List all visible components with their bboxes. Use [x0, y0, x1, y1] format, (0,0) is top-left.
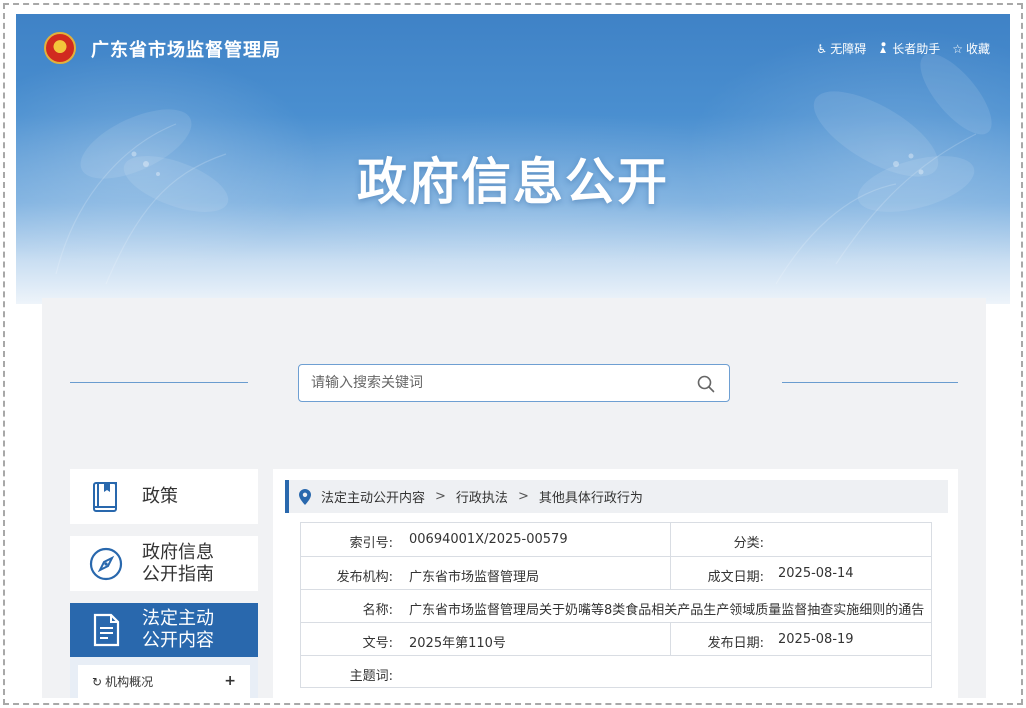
hero-title: 政府信息公开 [357, 153, 669, 211]
breadcrumb: 法定主动公开内容 > 行政执法 > 其他具体行政行为 [285, 480, 948, 513]
document-icon [70, 612, 142, 648]
sidebar-item-org-overview[interactable]: ↻ 机构概况 + [78, 665, 250, 698]
sidebar-card-statutory-label: 法定主动 公开内容 [142, 608, 214, 652]
table-row: 主题词: [301, 656, 931, 688]
doc-number-value: 2025年第110号 [409, 636, 506, 651]
index-label: 索引号: [349, 536, 393, 551]
sidebar-card-policy[interactable]: 政策 [70, 469, 258, 524]
breadcrumb-separator: > [435, 489, 446, 504]
search-divider-right [782, 382, 958, 383]
bookmark-link[interactable]: ☆ 收藏 [952, 40, 990, 57]
site-title[interactable]: 广东省市场监督管理局 [91, 36, 281, 62]
compass-icon [70, 546, 142, 582]
doc-number-label: 文号: [362, 636, 393, 651]
publish-date-label: 发布日期: [707, 636, 764, 651]
breadcrumb-item-statutory[interactable]: 法定主动公开内容 [321, 487, 425, 506]
sidebar-card-statutory-line1: 法定主动 [142, 608, 214, 629]
publisher-value: 广东省市场监督管理局 [409, 570, 540, 585]
category-label: 分类: [733, 536, 764, 551]
publisher-label: 发布机构: [336, 570, 393, 585]
table-row: 发布机构: 广东省市场监督管理局 成文日期: 2025-08-14 [301, 557, 931, 590]
table-row: 索引号: 00694001X/2025-00579 分类: [301, 523, 931, 557]
breadcrumb-item-other-acts[interactable]: 其他具体行政行为 [539, 487, 643, 506]
publish-date-value: 2025-08-19 [778, 632, 854, 647]
bookmark-label: 收藏 [965, 42, 990, 56]
wheelchair-icon: ♿ [816, 41, 828, 56]
refresh-icon: ↻ [92, 674, 103, 689]
table-row: 文号: 2025年第110号 发布日期: 2025-08-19 [301, 623, 931, 656]
document-info-table: 索引号: 00694001X/2025-00579 分类: 发布机构: 广东省市… [300, 522, 932, 688]
elderly-assist-label: 长者助手 [892, 42, 941, 56]
search-input[interactable] [311, 365, 681, 401]
breadcrumb-separator: > [517, 489, 529, 504]
created-date-value: 2025-08-14 [778, 566, 854, 581]
accessibility-label: 无障碍 [830, 42, 867, 56]
breadcrumb-item-enforcement[interactable]: 行政执法 [456, 487, 508, 506]
elderly-assist-icon [878, 41, 889, 56]
search-icon[interactable] [697, 375, 715, 393]
star-icon: ☆ [952, 41, 963, 56]
sidebar-card-guide-line1: 政府信息 [142, 541, 214, 563]
sidebar-card-guide-line2: 公开指南 [142, 563, 214, 585]
sidebar-card-guide[interactable]: 政府信息 公开指南 [70, 536, 258, 591]
sidebar-card-statutory-content[interactable]: 法定主动 公开内容 [70, 603, 258, 657]
name-value: 广东省市场监督管理局关于奶嘴等8类食品相关产品生产领域质量监督抽查实施细则的通告 [409, 603, 925, 618]
sidebar-card-policy-label: 政策 [142, 485, 178, 507]
top-links: ♿ 无障碍 长者助手 ☆ 收藏 [816, 40, 990, 57]
sidebar-submenu: ↻ 机构概况 + [70, 657, 258, 698]
search-box [298, 364, 730, 402]
sidebar-item-org-overview-label: 机构概况 [105, 675, 154, 689]
elderly-assist-link[interactable]: 长者助手 [878, 40, 940, 57]
subject-label: 主题词: [349, 669, 393, 684]
created-date-label: 成文日期: [707, 570, 764, 585]
book-icon [70, 480, 142, 514]
sidebar-card-statutory-line2: 公开内容 [142, 630, 214, 651]
national-emblem-logo [44, 32, 76, 64]
index-value: 00694001X/2025-00579 [409, 532, 568, 547]
name-label: 名称: [362, 603, 393, 618]
search-divider-left [70, 382, 248, 383]
location-pin-icon [299, 488, 311, 505]
expand-plus-icon[interactable]: + [224, 673, 236, 689]
table-row: 名称: 广东省市场监督管理局关于奶嘴等8类食品相关产品生产领域质量监督抽查实施细… [301, 590, 931, 623]
sidebar-card-guide-label: 政府信息 公开指南 [142, 542, 214, 586]
accessibility-link[interactable]: ♿ 无障碍 [816, 40, 866, 57]
